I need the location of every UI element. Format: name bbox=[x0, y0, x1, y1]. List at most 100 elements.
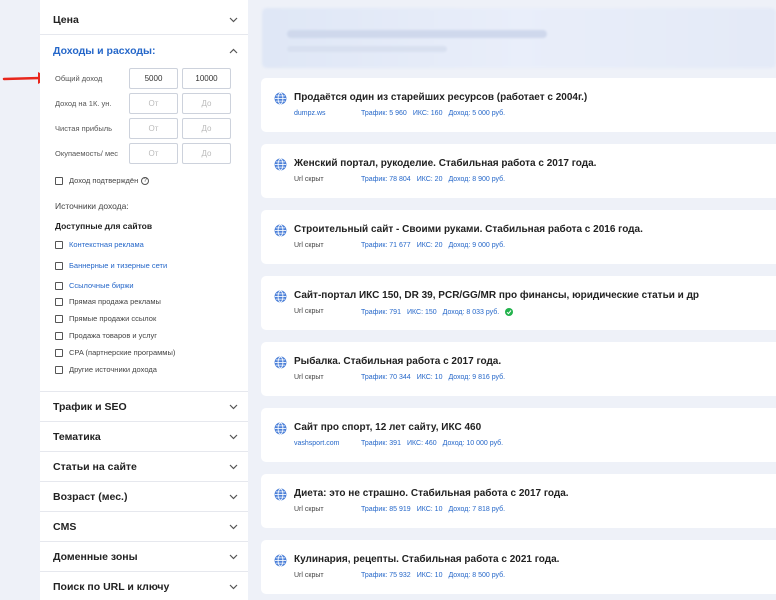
net-profit-from-input[interactable] bbox=[129, 118, 178, 139]
listing-title[interactable]: Сайт про спорт, 12 лет сайту, ИКС 460 bbox=[294, 422, 481, 433]
listing-domain: Url скрыт bbox=[294, 506, 324, 513]
listing-stats: Трафик: 391 ИКС: 460 Доход: 10 000 руб. bbox=[361, 440, 503, 447]
source-checkbox-cpa[interactable]: CPA (партнерские программы) bbox=[55, 348, 175, 357]
filter-section-traffic-seo[interactable]: Трафик и SEO bbox=[40, 392, 248, 422]
chevron-down-icon bbox=[227, 551, 239, 563]
listing-domain: Url скрыт bbox=[294, 242, 324, 249]
listing-income: Доход: 7 818 руб. bbox=[448, 506, 506, 513]
globe-icon bbox=[274, 356, 287, 369]
filter-section-label: Доходы и расходы: bbox=[53, 45, 156, 57]
sources-title: Источники дохода: bbox=[55, 201, 129, 211]
source-checkbox-direct-ads[interactable]: Прямая продажа рекламы bbox=[55, 297, 161, 306]
listing-card[interactable]: Диета: это не страшно. Стабильная работа… bbox=[261, 474, 776, 528]
chevron-down-icon bbox=[227, 14, 239, 26]
range-label: Чистая прибыль bbox=[55, 124, 112, 133]
checkbox-box[interactable] bbox=[55, 261, 63, 270]
listing-stats: Трафик: 791 ИКС: 150 Доход: 8 033 руб. bbox=[361, 308, 514, 316]
listing-income: Доход: 9 816 руб. bbox=[448, 374, 506, 381]
checkbox-box[interactable] bbox=[55, 365, 63, 374]
chevron-down-icon bbox=[227, 461, 239, 473]
filter-section-price[interactable]: Цена bbox=[40, 5, 248, 35]
listing-iks: ИКС: 10 bbox=[416, 374, 443, 381]
globe-icon bbox=[274, 92, 287, 105]
filter-section-label: Цена bbox=[53, 13, 79, 26]
checkbox-label[interactable]: Контекстная реклама bbox=[69, 240, 144, 249]
range-label: Доход на 1К. ун. bbox=[55, 99, 112, 108]
income-confirmed-checkbox[interactable]: Доход подтверждён ? bbox=[55, 176, 150, 185]
listing-stats: Трафик: 78 804 ИКС: 20 Доход: 8 900 руб. bbox=[361, 176, 505, 183]
listing-title[interactable]: Кулинария, рецепты. Стабильная работа с … bbox=[294, 554, 559, 565]
payback-to-input[interactable] bbox=[182, 143, 231, 164]
listing-iks: ИКС: 150 bbox=[406, 308, 437, 316]
listing-traffic: Трафик: 791 bbox=[361, 308, 401, 316]
payback-from-input[interactable] bbox=[129, 143, 178, 164]
listing-card[interactable]: Продаётся один из старейших ресурсов (ра… bbox=[261, 78, 776, 132]
source-checkbox-context[interactable]: Контекстная реклама bbox=[55, 240, 144, 249]
checkbox-box[interactable] bbox=[55, 240, 63, 249]
listing-card[interactable]: Кулинария, рецепты. Стабильная работа с … bbox=[261, 540, 776, 594]
filter-section-cms[interactable]: CMS bbox=[40, 512, 248, 542]
listing-iks: ИКС: 20 bbox=[416, 242, 443, 249]
listing-traffic: Трафик: 75 932 bbox=[361, 572, 411, 579]
listing-domain: Url скрыт bbox=[294, 374, 324, 381]
filter-section-domain-zones[interactable]: Доменные зоны bbox=[40, 542, 248, 572]
chevron-up-icon bbox=[227, 45, 239, 57]
range-row-income-per-1k: Доход на 1К. ун. bbox=[55, 93, 235, 114]
help-icon[interactable]: ? bbox=[141, 176, 150, 185]
listing-title[interactable]: Рыбалка. Стабильная работа с 2017 года. bbox=[294, 356, 501, 367]
listing-card[interactable]: Женский портал, рукоделие. Стабильная ра… bbox=[261, 144, 776, 198]
globe-icon bbox=[274, 224, 287, 237]
filter-section-income[interactable]: Доходы и расходы: bbox=[40, 36, 248, 66]
checkbox-box[interactable] bbox=[55, 297, 63, 306]
filter-section-articles[interactable]: Статьи на сайте bbox=[40, 452, 248, 482]
listing-traffic: Трафик: 5 960 bbox=[361, 110, 407, 117]
range-row-payback: Окупаемость/ мес bbox=[55, 143, 235, 164]
checkbox-label: Прямые продажи ссылок bbox=[69, 314, 157, 323]
source-checkbox-goods[interactable]: Продажа товаров и услуг bbox=[55, 331, 157, 340]
filter-section-url-search[interactable]: Поиск по URL и ключу bbox=[40, 572, 248, 600]
source-checkbox-banners[interactable]: Баннерные и тизерные сети bbox=[55, 261, 167, 270]
listing-stats: Трафик: 75 932 ИКС: 10 Доход: 8 500 руб. bbox=[361, 572, 505, 579]
source-checkbox-other[interactable]: Другие источники дохода bbox=[55, 365, 157, 374]
filter-section-label: Поиск по URL и ключу bbox=[53, 580, 170, 593]
filter-section-label: Доменные зоны bbox=[53, 550, 138, 563]
listing-card[interactable]: Строительный сайт - Своими руками. Стаби… bbox=[261, 210, 776, 264]
listing-card[interactable]: Рыбалка. Стабильная работа с 2017 года. … bbox=[261, 342, 776, 396]
checkbox-box[interactable] bbox=[55, 331, 63, 340]
listing-title[interactable]: Диета: это не страшно. Стабильная работа… bbox=[294, 488, 569, 499]
listing-domain[interactable]: vashsport.com bbox=[294, 440, 340, 447]
filter-section-age[interactable]: Возраст (мес.) bbox=[40, 482, 248, 512]
available-title: Доступные для сайтов bbox=[55, 221, 153, 231]
source-checkbox-direct-links[interactable]: Прямые продажи ссылок bbox=[55, 314, 156, 323]
filter-section-topic[interactable]: Тематика bbox=[40, 422, 248, 452]
listing-title[interactable]: Строительный сайт - Своими руками. Стаби… bbox=[294, 224, 643, 235]
checkbox-box[interactable] bbox=[55, 281, 63, 290]
listing-income: Доход: 9 000 руб. bbox=[448, 242, 506, 249]
income-per-1k-to-input[interactable] bbox=[182, 93, 231, 114]
listing-title[interactable]: Продаётся один из старейших ресурсов (ра… bbox=[294, 92, 587, 103]
checkbox-label: CPA (партнерские программы) bbox=[69, 348, 176, 357]
checkbox-box[interactable] bbox=[55, 176, 63, 185]
blurred-banner bbox=[262, 8, 776, 68]
listing-card[interactable]: Сайт-портал ИКС 150, DR 39, PCR/GG/MR пр… bbox=[261, 276, 776, 330]
source-checkbox-link-exchanges[interactable]: Ссылочные биржи bbox=[55, 281, 134, 290]
checkbox-label[interactable]: Ссылочные биржи bbox=[69, 281, 134, 290]
chevron-down-icon bbox=[227, 581, 239, 593]
listing-title[interactable]: Сайт-портал ИКС 150, DR 39, PCR/GG/MR пр… bbox=[294, 290, 699, 301]
listing-domain[interactable]: dumpz.ws bbox=[294, 110, 326, 117]
listing-stats: Трафик: 85 919 ИКС: 10 Доход: 7 818 руб. bbox=[361, 506, 505, 513]
listing-income: Доход: 8 900 руб. bbox=[448, 176, 506, 183]
globe-icon bbox=[274, 290, 287, 303]
checkbox-box[interactable] bbox=[55, 314, 63, 323]
listing-card[interactable]: Сайт про спорт, 12 лет сайту, ИКС 460 va… bbox=[261, 408, 776, 462]
income-per-1k-from-input[interactable] bbox=[129, 93, 178, 114]
total-income-from-input[interactable] bbox=[129, 68, 178, 89]
listing-title[interactable]: Женский портал, рукоделие. Стабильная ра… bbox=[294, 158, 596, 169]
chevron-down-icon bbox=[227, 431, 239, 443]
checkbox-box[interactable] bbox=[55, 348, 63, 357]
globe-icon bbox=[274, 554, 287, 567]
net-profit-to-input[interactable] bbox=[182, 118, 231, 139]
range-label: Окупаемость/ мес bbox=[55, 149, 119, 158]
total-income-to-input[interactable] bbox=[182, 68, 231, 89]
checkbox-label[interactable]: Баннерные и тизерные сети bbox=[69, 261, 167, 270]
